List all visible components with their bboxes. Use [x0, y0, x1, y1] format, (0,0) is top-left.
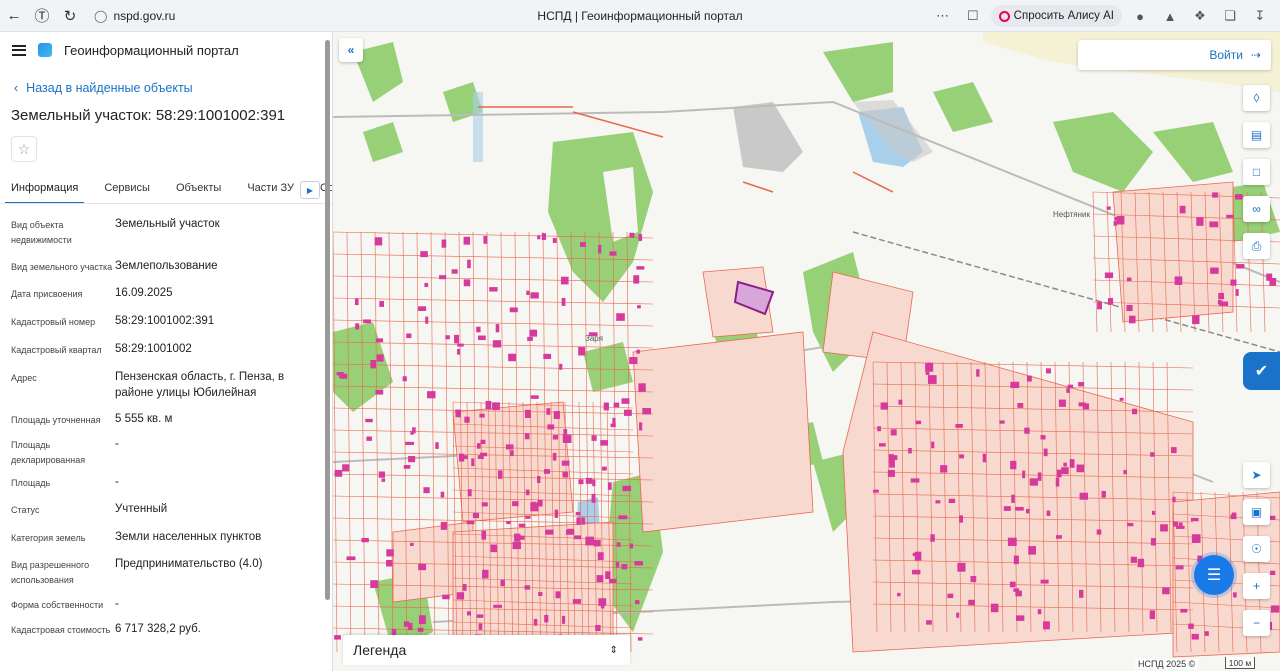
list-item: Дата присвоения 16.09.2025: [11, 287, 173, 299]
tab-services[interactable]: Сервисы: [98, 172, 156, 203]
avatar-icon[interactable]: ●: [1128, 4, 1152, 28]
list-item: Вид разрешенного использования Предприним…: [11, 558, 263, 585]
object-info-panel: Геоинформационный портал ‹ Назад в найде…: [0, 32, 333, 671]
basemap-icon[interactable]: ▣: [1243, 499, 1270, 525]
list-item: Статус Учтенный: [11, 503, 168, 515]
address-bar[interactable]: ◯ nspd.gov.ru: [88, 4, 181, 28]
login-label: Войти: [1209, 48, 1243, 62]
layers-icon[interactable]: ◊: [1243, 85, 1270, 111]
print-icon[interactable]: ⎙: [1243, 233, 1270, 259]
download-icon[interactable]: ↧: [1248, 4, 1272, 28]
list-item: Кадастровый номер 58:29:1001002:391: [11, 315, 215, 327]
more-icon[interactable]: ⋯: [931, 4, 955, 28]
wallet-icon[interactable]: ▲: [1158, 4, 1182, 28]
panel-header: Геоинформационный портал: [0, 32, 332, 68]
shield-icon: ◯: [94, 8, 108, 23]
extensions-icon[interactable]: ❖: [1188, 4, 1212, 28]
locate-me-icon[interactable]: ➤: [1243, 462, 1270, 488]
list-item: Вид объекта недвижимости Земельный участо…: [11, 218, 220, 245]
tabs-scroll-right-icon[interactable]: ▶: [300, 181, 320, 199]
chat-icon[interactable]: ☰: [1194, 555, 1234, 595]
alice-label: Спросить Алису AI: [1013, 10, 1114, 22]
list-item: Форма собственности -: [11, 598, 119, 610]
page-title: Земельный участок: 58:29:1001002:391: [11, 107, 286, 124]
list-item: Кадастровая стоимость 6 717 328,2 руб.: [11, 623, 201, 635]
login-icon: ⇢: [1250, 48, 1261, 62]
zoom-out-button[interactable]: −: [1243, 610, 1270, 636]
tab-objects[interactable]: Объекты: [170, 172, 227, 203]
yandex-icon[interactable]: Ⓣ: [28, 2, 56, 30]
list-item: Площадь -: [11, 476, 119, 488]
select-area-icon[interactable]: □: [1243, 159, 1270, 185]
alice-icon: [998, 10, 1010, 22]
ask-alice-button[interactable]: Спросить Алису AI: [990, 5, 1122, 27]
legend-label: Легенда: [353, 642, 407, 658]
map-canvas[interactable]: [333, 32, 1280, 671]
info-tabs: Информация Сервисы Объекты Части ЗУ Сост…: [0, 172, 332, 204]
panel-scrollbar[interactable]: [325, 40, 330, 600]
ruler-icon[interactable]: ▤: [1243, 122, 1270, 148]
menu-icon[interactable]: [12, 44, 26, 56]
list-item: Площадь декларированная -: [11, 438, 119, 465]
portal-logo-icon: [38, 43, 52, 57]
url-text: nspd.gov.ru: [113, 8, 176, 23]
chevron-left-icon: ‹: [14, 81, 19, 95]
back-to-results-link[interactable]: ‹ Назад в найденные объекты: [14, 80, 332, 96]
list-item: Площадь уточненная 5 555 кв. м: [11, 413, 173, 425]
list-item: Категория земель Земли населенных пунктов: [11, 531, 262, 543]
app-title: Геоинформационный портал: [64, 42, 239, 58]
collections-icon[interactable]: ❏: [1218, 4, 1242, 28]
chevron-updown-icon: ⇕: [609, 644, 618, 656]
browser-toolbar: ← Ⓣ ↻ ◯ nspd.gov.ru НСПД | Геоинформацио…: [0, 0, 1280, 32]
help-icon[interactable]: ✔: [1243, 352, 1280, 390]
cadastral-map[interactable]: Нефтяник Заря: [333, 32, 1280, 671]
list-item: Кадастровый квартал 58:29:1001002: [11, 343, 192, 355]
list-item: Адрес Пензенская область, г. Пенза, в рай…: [11, 371, 285, 399]
geolocation-icon[interactable]: ☉: [1243, 536, 1270, 562]
reload-icon[interactable]: ↻: [56, 2, 84, 30]
legend-dropdown[interactable]: Легенда ⇕: [343, 635, 630, 665]
list-item: Вид земельного участка Землепользование: [11, 260, 218, 272]
zoom-in-button[interactable]: +: [1243, 573, 1270, 599]
copyright: НСПД 2025 ©: [1135, 659, 1199, 669]
properties-list: Вид объекта недвижимости Земельный участо…: [0, 204, 332, 638]
tab-information[interactable]: Информация: [5, 172, 85, 203]
collapse-panel-button[interactable]: «: [339, 38, 363, 62]
login-button[interactable]: Войти ⇢: [1078, 40, 1271, 70]
scale-bar: 100 м: [1225, 657, 1255, 669]
tab-parcel-parts[interactable]: Части ЗУ: [241, 172, 300, 203]
share-icon[interactable]: ∞: [1243, 196, 1270, 222]
place-label-zarya: Заря: [585, 334, 603, 343]
place-label-neftyanik: Нефтяник: [1053, 210, 1091, 219]
back-link-label: Назад в найденные объекты: [26, 81, 193, 95]
back-arrow-icon[interactable]: ←: [0, 2, 28, 30]
favorite-star-icon[interactable]: ☆: [11, 136, 37, 162]
bookmark-icon[interactable]: ☐: [961, 4, 985, 28]
